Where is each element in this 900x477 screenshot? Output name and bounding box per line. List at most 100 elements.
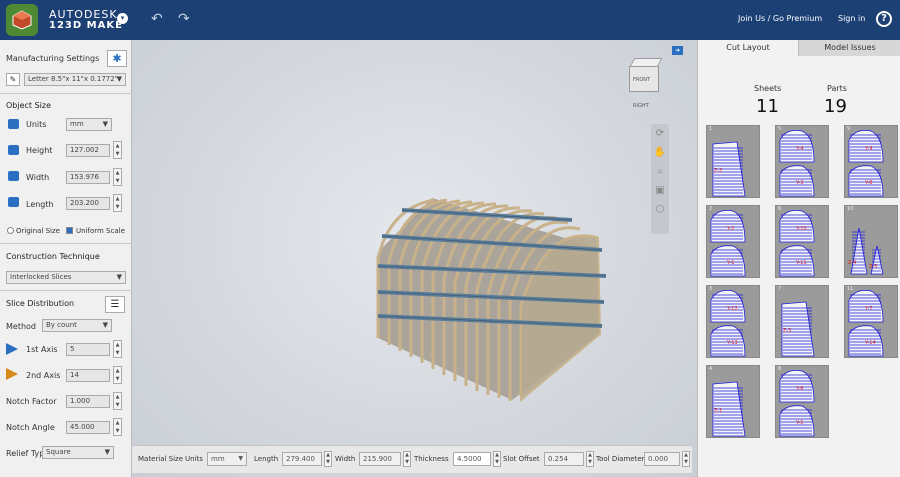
bottom-slot-label: Slot Offset: [503, 455, 540, 463]
part-label: Y-9: [864, 146, 872, 152]
undo-icon[interactable]: ↶: [151, 11, 163, 27]
length-field[interactable]: 203.200: [66, 197, 110, 210]
second-axis-field[interactable]: 14: [66, 369, 110, 382]
parts-label: Parts: [827, 84, 847, 93]
sheet-number: 3: [709, 286, 713, 292]
notch-angle-stepper[interactable]: ▲ ▼: [113, 418, 122, 436]
brand-product: 123D MAKE: [49, 20, 123, 31]
part-label: Z-1: [714, 408, 722, 414]
bottom-length-field[interactable]: 279.400: [282, 452, 322, 466]
view-cube-icon[interactable]: ⬡: [651, 200, 669, 219]
bottom-width-field[interactable]: 215.900: [359, 452, 401, 466]
bottom-units-label: Units: [185, 455, 203, 463]
notch-factor-field[interactable]: 1.000: [66, 395, 110, 408]
units-select[interactable]: mm ▼: [66, 118, 112, 131]
pan-hand-icon[interactable]: ✋: [651, 143, 669, 162]
width-icon: [8, 171, 19, 181]
sheet-thumbnail[interactable]: 4 Z-1: [706, 365, 760, 438]
join-us-link[interactable]: Join Us / Go Premium: [738, 14, 822, 23]
sheet-number: 2: [709, 206, 713, 212]
second-axis-icon: [6, 368, 18, 380]
app-menu-chevron-icon[interactable]: ▾: [117, 13, 128, 24]
sheet-parts-drawing: Y-12 Y-13: [710, 290, 746, 357]
sheet-thumbnail[interactable]: 3 Y-12 Y-13: [706, 285, 760, 358]
tab-cut-layout[interactable]: Cut Layout: [698, 40, 798, 56]
bottom-tool-field[interactable]: 0.000: [644, 452, 680, 466]
bottom-thickness-stepper[interactable]: ▲ ▼: [493, 451, 501, 467]
slice-list-icon[interactable]: ☰: [105, 296, 125, 313]
sheet-thumbnail[interactable]: 10 Z-4 Z-5: [844, 205, 898, 278]
tab-model-issues[interactable]: Model Issues: [798, 40, 900, 56]
app-logo-icon[interactable]: [6, 4, 38, 36]
chevron-down-icon: ▼: [102, 321, 108, 329]
first-axis-stepper[interactable]: ▲ ▼: [113, 340, 122, 358]
bottom-length-stepper[interactable]: ▲ ▼: [324, 451, 332, 467]
expand-arrow-icon[interactable]: ➜: [672, 46, 683, 55]
height-label: Height: [26, 146, 53, 155]
sheet-number: 11: [847, 286, 854, 292]
first-axis-field[interactable]: 5: [66, 343, 110, 356]
construction-select[interactable]: Interlocked Slices ▼: [6, 271, 126, 284]
help-icon[interactable]: ?: [876, 11, 892, 27]
viewcube-top[interactable]: [629, 58, 663, 67]
fit-view-icon[interactable]: ▣: [651, 181, 669, 200]
part-label: Y-7: [864, 306, 872, 312]
redo-icon[interactable]: ↷: [178, 11, 190, 27]
sliced-model[interactable]: [132, 40, 697, 477]
sheet-parts-drawing: Y-7 Y-14: [848, 290, 884, 357]
sheet-thumbnail[interactable]: 9 Y-9 Y-8: [844, 125, 898, 198]
sheet-number: 6: [778, 206, 782, 212]
sheet-thumbnail[interactable]: 1 Z-2: [706, 125, 760, 198]
height-field[interactable]: 127.002: [66, 144, 110, 157]
sheet-thumbnail[interactable]: 8 Y-6 Y-5: [775, 365, 829, 438]
original-size-radio[interactable]: [7, 227, 14, 234]
viewcube-right: RIGHT: [633, 103, 649, 109]
sheet-thumbnail[interactable]: 6 Y-10 Y-11: [775, 205, 829, 278]
method-select[interactable]: By count ▼: [42, 319, 112, 332]
sign-in-link[interactable]: Sign in: [838, 14, 865, 23]
part-label: Y-11: [795, 260, 807, 266]
sheet-size-select[interactable]: Letter 8.5"x 11"x 0.1772" ▼: [24, 73, 126, 86]
sheet-number: 1: [709, 126, 713, 132]
bottom-thickness-field[interactable]: 4.5000: [453, 452, 491, 466]
sheet-number: 8: [778, 366, 782, 372]
bottom-slot-stepper[interactable]: ▲ ▼: [586, 451, 594, 467]
sheet-thumbnail[interactable]: 2 Y-2 Y-1: [706, 205, 760, 278]
zoom-icon[interactable]: ⌕: [651, 162, 669, 181]
part-label: Y-3: [795, 180, 803, 186]
width-field[interactable]: 153.976: [66, 171, 110, 184]
notch-factor-stepper[interactable]: ▲ ▼: [113, 392, 122, 410]
part-label: Z-5: [869, 264, 877, 270]
orbit-icon[interactable]: ⟳: [651, 124, 669, 143]
parts-count: 19: [824, 96, 847, 117]
manufacturing-settings-label: Manufacturing Settings: [6, 54, 100, 63]
second-axis-stepper[interactable]: ▲ ▼: [113, 366, 122, 384]
notch-angle-field[interactable]: 45.000: [66, 421, 110, 434]
sheet-size-value: Letter 8.5"x 11"x 0.1772": [28, 75, 118, 83]
3d-viewport[interactable]: FRONT RIGHT ➜ ⟳ ✋ ⌕ ▣ ⬡: [132, 40, 697, 477]
viewcube[interactable]: FRONT RIGHT: [629, 66, 659, 109]
bottom-slot-field[interactable]: 0.254: [544, 452, 584, 466]
height-stepper[interactable]: ▲ ▼: [113, 141, 122, 159]
part-label: Y-4: [795, 146, 803, 152]
sheet-number: 10: [847, 206, 854, 212]
part-label: Y-13: [726, 340, 738, 346]
bottom-units-select[interactable]: mm ▼: [207, 452, 247, 466]
bottom-tool-label: Tool Diameter: [596, 455, 645, 463]
relief-type-select[interactable]: Square ▼: [42, 446, 114, 459]
construction-value: Interlocked Slices: [10, 273, 72, 281]
length-label: Length: [26, 200, 54, 209]
sheet-parts-drawing: Y-10 Y-11: [779, 210, 815, 277]
sheet-thumbnail[interactable]: 7 Z-3: [775, 285, 829, 358]
sheet-thumbnail[interactable]: 5 Y-4 Y-3: [775, 125, 829, 198]
sheet-thumbnail[interactable]: 11 Y-7 Y-14: [844, 285, 898, 358]
sheet-number: 9: [847, 126, 851, 132]
width-stepper[interactable]: ▲ ▼: [113, 168, 122, 186]
settings-gear-icon[interactable]: ✱: [107, 50, 127, 67]
uniform-scale-checkbox[interactable]: [66, 227, 73, 234]
bottom-tool-stepper[interactable]: ▲ ▼: [682, 451, 690, 467]
edit-pencil-icon[interactable]: ✎: [6, 73, 20, 86]
units-label: Units: [26, 120, 47, 129]
length-stepper[interactable]: ▲ ▼: [113, 194, 122, 212]
bottom-width-stepper[interactable]: ▲ ▼: [403, 451, 411, 467]
